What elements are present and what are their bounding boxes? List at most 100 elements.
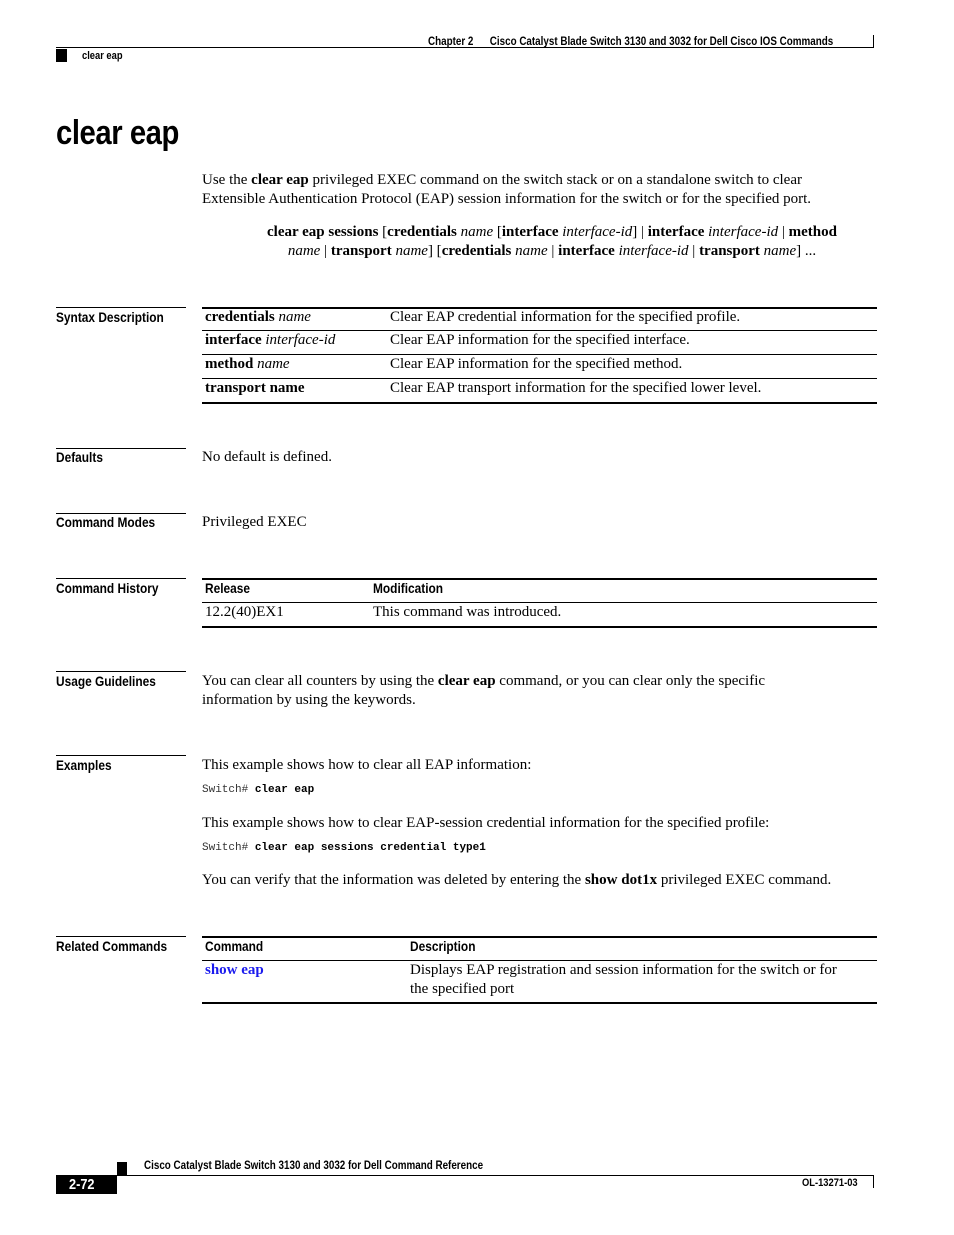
parameter-keyword: transport name [205, 380, 305, 396]
table-rule [202, 626, 877, 628]
page-title: clear eap [56, 114, 179, 152]
syntax-keyword: method [788, 224, 837, 240]
section-rule [56, 307, 186, 308]
section-label-command-modes: Command Modes [56, 514, 156, 530]
description-line: the specified port [410, 981, 515, 997]
syntax-punctuation: | [320, 243, 331, 259]
parameter-keyword: interface [205, 332, 262, 348]
cli-prompt: Switch# [202, 784, 255, 796]
footer-book-title: Cisco Catalyst Blade Switch 3130 and 303… [144, 1158, 484, 1172]
usage-text: command, or you can clear only the speci… [495, 673, 766, 689]
parameter-keyword: method [205, 356, 254, 372]
footer-marker [117, 1162, 127, 1176]
related-header-description: Description [410, 938, 476, 954]
syntax-line-2: name | transport name] [credentials name… [202, 242, 902, 261]
syntax-parameter: transport name [205, 379, 305, 398]
syntax-keyword: interface [501, 224, 559, 240]
header-rule [56, 47, 874, 48]
history-release: 12.2(40)EX1 [205, 604, 284, 620]
chapter-label: Chapter 2 [428, 34, 474, 48]
usage-command: clear eap [437, 673, 496, 689]
example-2-code: Switch# clear eap sessions credential ty… [202, 842, 486, 854]
syntax-argument: name [759, 243, 797, 259]
syntax-parameter: interface interface-id [205, 331, 335, 350]
footer-rule [56, 1175, 874, 1176]
related-command-description: Displays EAP registration and session in… [410, 961, 880, 999]
intro-text-line2: Extensible Authentication Protocol (EAP)… [202, 191, 812, 207]
syntax-argument: name [287, 243, 321, 259]
syntax-keyword: interface [647, 224, 705, 240]
syntax-argument: interface-id [704, 224, 779, 240]
cli-command: clear eap sessions credential type1 [254, 842, 486, 854]
syntax-punctuation: | [547, 243, 559, 259]
section-label-examples: Examples [56, 757, 112, 773]
syntax-line-1: clear eap sessions [credentials name [in… [202, 223, 902, 242]
section-label-usage-guidelines: Usage Guidelines [56, 673, 156, 689]
related-command-link[interactable]: show eap [205, 961, 264, 980]
history-modification: This command was introduced. [373, 604, 562, 620]
syntax-parameter: credentials name [205, 308, 311, 327]
related-header-command: Command [205, 938, 264, 954]
parameter-argument: name [253, 356, 290, 372]
syntax-punctuation: | [688, 243, 700, 259]
verify-paragraph: You can verify that the information was … [202, 871, 831, 890]
usage-paragraph: You can clear all counters by using the … [202, 672, 892, 710]
syntax-parameter-description: Clear EAP credential information for the… [390, 309, 741, 325]
example-1-code: Switch# clear eap [202, 784, 314, 796]
table-rule [202, 1002, 877, 1004]
command-modes-text: Privileged EXEC [202, 514, 307, 530]
syntax-argument: name [511, 243, 548, 259]
syntax-punctuation: | [778, 224, 789, 240]
header-tick [873, 35, 874, 48]
syntax-argument: name [391, 243, 428, 259]
example-1-description: This example shows how to clear all EAP … [202, 757, 532, 773]
syntax-keyword: transport [330, 243, 392, 259]
intro-text: privileged EXEC command on the switch st… [308, 172, 802, 188]
defaults-text: No default is defined. [202, 449, 332, 465]
section-rule [56, 936, 186, 937]
example-2-description: This example shows how to clear EAP-sess… [202, 815, 770, 831]
page-number: 2-72 [69, 1176, 95, 1193]
syntax-keyword: clear eap sessions [267, 224, 379, 240]
section-label-related-commands: Related Commands [56, 938, 168, 954]
syntax-keyword: credentials [441, 243, 512, 259]
syntax-punctuation: ] ... [796, 243, 817, 259]
verify-text: You can verify that the information was … [202, 872, 585, 888]
table-rule [202, 936, 877, 938]
verify-command: show dot1x [584, 872, 658, 888]
syntax-punctuation: ] | [632, 224, 648, 240]
parameter-keyword: credentials [205, 309, 275, 325]
cli-command: clear eap [254, 784, 315, 796]
usage-text-line2: information by using the keywords. [202, 692, 416, 708]
section-rule [56, 671, 186, 672]
book-section-title: Cisco Catalyst Blade Switch 3130 and 303… [489, 34, 834, 48]
syntax-keyword: transport [699, 243, 760, 259]
history-header-modification: Modification [373, 580, 444, 596]
cli-prompt: Switch# [202, 842, 255, 854]
section-label-syntax-description: Syntax Description [56, 309, 164, 325]
syntax-keyword: credentials [387, 224, 457, 240]
syntax-parameter: method name [205, 355, 290, 374]
table-rule [202, 578, 877, 580]
document-id: OL-13271-03 [802, 1177, 858, 1189]
section-rule [56, 578, 186, 579]
parameter-argument: interface-id [261, 332, 336, 348]
syntax-parameter-description: Clear EAP information for the specified … [390, 356, 683, 372]
syntax-punctuation: [ [493, 224, 502, 240]
footer-tick [873, 1175, 874, 1188]
intro-command: clear eap [251, 172, 309, 188]
section-label-defaults: Defaults [56, 449, 103, 465]
intro-text: Use the [202, 172, 252, 188]
description-line: Displays EAP registration and session in… [410, 962, 837, 978]
table-rule [202, 402, 877, 404]
command-syntax: clear eap sessions [credentials name [in… [202, 223, 902, 261]
usage-text: You can clear all counters by using the [202, 673, 438, 689]
intro-paragraph: Use the clear eap privileged EXEC comman… [202, 171, 892, 209]
syntax-argument: name [456, 224, 494, 240]
syntax-argument: interface-id [558, 224, 633, 240]
syntax-keyword: interface [558, 243, 615, 259]
syntax-parameter-description: Clear EAP information for the specified … [390, 332, 690, 348]
syntax-parameter-description: Clear EAP transport information for the … [390, 380, 762, 396]
section-label-command-history: Command History [56, 580, 159, 596]
parameter-argument: name [274, 309, 311, 325]
